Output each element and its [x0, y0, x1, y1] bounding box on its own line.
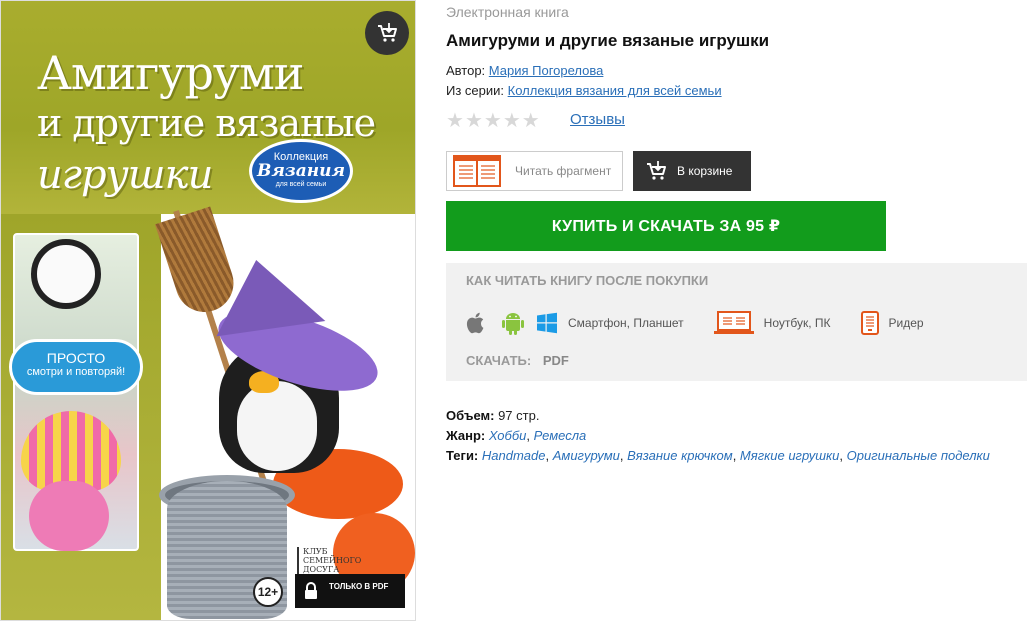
- download-label: СКАЧАТЬ:: [466, 353, 532, 368]
- read-fragment-button[interactable]: Читать фрагмент: [446, 151, 623, 191]
- series-badge-main: Вязания: [256, 161, 346, 181]
- genre-link[interactable]: Ремесла: [534, 428, 587, 443]
- cover-title-line2: и другие вязаные: [37, 101, 376, 145]
- laptop-icon[interactable]: [713, 311, 754, 335]
- author-row: Автор: Мария Погорелова: [446, 63, 603, 78]
- download-format-pdf[interactable]: PDF: [543, 353, 569, 368]
- star-icon[interactable]: ★: [465, 110, 483, 130]
- in-cart-button[interactable]: В корзине: [633, 151, 751, 191]
- series-row: Из серии: Коллекция вязания для всей сем…: [446, 83, 722, 98]
- tag-link[interactable]: Мягкие игрушки: [740, 448, 840, 463]
- download-row: СКАЧАТЬ: PDF: [466, 353, 569, 368]
- how-to-read-title: КАК ЧИТАТЬ КНИГУ ПОСЛЕ ПОКУПКИ: [466, 273, 709, 288]
- series-badge: Коллекция Вязания для всей семьи: [249, 139, 353, 203]
- reader-label: Ридер: [888, 316, 924, 330]
- chick-scarf-image: [29, 481, 109, 551]
- book-cover[interactable]: Амигуруми и другие вязаные игрушки Колле…: [0, 0, 416, 621]
- series-link[interactable]: Коллекция вязания для всей семьи: [508, 83, 722, 98]
- star-icon[interactable]: ★: [484, 110, 502, 130]
- cart-icon: [647, 161, 666, 180]
- cover-cloud-badge: ПРОСТО смотри и повторяй!: [9, 339, 143, 395]
- tag-link[interactable]: Амигуруми: [553, 448, 620, 463]
- volume-value: 97 стр.: [498, 408, 540, 423]
- star-icon[interactable]: ★: [522, 110, 540, 130]
- open-book-icon: [453, 155, 501, 187]
- tag-link[interactable]: Вязание крючком: [627, 448, 733, 463]
- how-to-read-panel: КАК ЧИТАТЬ КНИГУ ПОСЛЕ ПОКУПКИ Смартфон,…: [446, 263, 1027, 381]
- rating-stars[interactable]: ★ ★ ★ ★ ★: [446, 110, 540, 130]
- volume-label: Объем:: [446, 408, 495, 423]
- book-type-label: Электронная книга: [446, 4, 569, 20]
- tags-label: Теги:: [446, 448, 479, 463]
- cover-title-line1: Амигуруми: [37, 46, 304, 100]
- cart-icon: [378, 23, 397, 42]
- age-rating-badge: 12+: [253, 577, 283, 607]
- buy-download-button[interactable]: КУПИТЬ И СКАЧАТЬ ЗА 95 ₽: [446, 201, 886, 251]
- smartphone-label: Смартфон, Планшет: [568, 316, 684, 330]
- author-link[interactable]: Мария Погорелова: [489, 63, 604, 78]
- star-icon[interactable]: ★: [503, 110, 521, 130]
- volume-row: Объем: 97 стр.: [446, 406, 1006, 426]
- panda-toy-image: [31, 239, 101, 309]
- in-cart-label: В корзине: [677, 164, 733, 178]
- book-details: Объем: 97 стр. Жанр: Хобби, Ремесла Теги…: [446, 406, 1006, 466]
- book-title: Амигуруми и другие вязаные игрушки: [446, 31, 770, 50]
- add-to-cart-cover-button[interactable]: [365, 11, 409, 55]
- tag-link[interactable]: Оригинальные поделки: [847, 448, 990, 463]
- cloud-line1: ПРОСТО: [46, 350, 106, 366]
- genre-row: Жанр: Хобби, Ремесла: [446, 428, 587, 443]
- apple-icon[interactable]: [466, 311, 488, 335]
- device-list: Смартфон, Планшет Ноутбук, ПК Ридер: [466, 309, 924, 337]
- pdf-only-badge: ТОЛЬКО В PDF: [295, 574, 405, 608]
- genre-label: Жанр:: [446, 428, 486, 443]
- read-fragment-label: Читать фрагмент: [515, 164, 612, 178]
- star-icon[interactable]: ★: [446, 110, 464, 130]
- penguin-belly-image: [237, 381, 317, 471]
- android-icon[interactable]: [500, 310, 526, 336]
- publisher-logo: КЛУБ СЕМЕЙНОГО ДОСУГА: [297, 547, 369, 577]
- tag-link[interactable]: Handmade: [482, 448, 546, 463]
- pdf-only-text: ТОЛЬКО В PDF: [329, 582, 389, 591]
- genre-link[interactable]: Хобби: [489, 428, 526, 443]
- laptop-label: Ноутбук, ПК: [763, 316, 831, 330]
- author-label: Автор:: [446, 63, 486, 78]
- cloud-line2: смотри и повторяй!: [26, 366, 126, 378]
- series-label: Из серии:: [446, 83, 505, 98]
- reviews-link[interactable]: Отзывы: [570, 111, 625, 128]
- ereader-icon[interactable]: [860, 311, 879, 335]
- tags-row: Теги: Handmade, Амигуруми, Вязание крючк…: [446, 448, 990, 463]
- lock-icon: [305, 582, 317, 599]
- windows-icon[interactable]: [536, 312, 558, 334]
